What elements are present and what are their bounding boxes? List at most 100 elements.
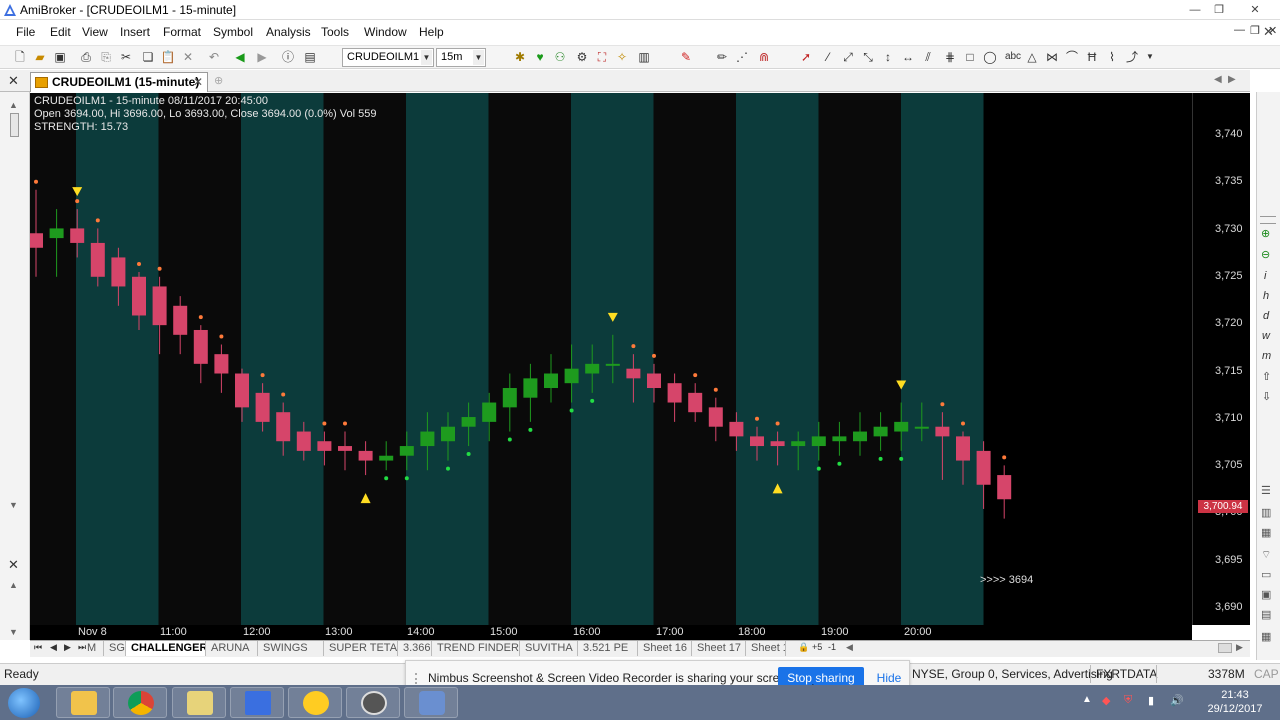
chevron-down-icon[interactable]: ▼: [473, 50, 484, 65]
select-arrow-icon[interactable]: ➚: [798, 49, 814, 65]
cut-icon[interactable]: ✂: [118, 49, 134, 65]
rectangle-icon[interactable]: □: [962, 49, 978, 65]
sheet-tab[interactable]: CHALLENGER: [126, 641, 206, 656]
taskbar-recorder-button[interactable]: [404, 687, 458, 718]
tab-scroll-right-icon[interactable]: ▶: [1228, 74, 1236, 85]
layout-icon[interactable]: ▥: [636, 49, 652, 65]
pane-close-icon[interactable]: ✕: [8, 557, 19, 573]
interval-combo[interactable]: 15m ▼: [436, 48, 486, 67]
tray-security-icon[interactable]: ⛨: [1124, 694, 1132, 707]
print-icon[interactable]: ⎙: [78, 49, 94, 65]
sheet-tab[interactable]: 3.521 PE: [578, 641, 638, 656]
menu-edit[interactable]: Edit: [50, 25, 71, 39]
paste-icon[interactable]: 📋: [160, 49, 176, 65]
taskbar-app-button[interactable]: [346, 687, 400, 718]
text-tool-icon[interactable]: abc: [1002, 49, 1024, 65]
sheet-icon[interactable]: ▤: [1261, 608, 1271, 621]
tray-app-icon[interactable]: ◆: [1102, 694, 1110, 707]
system-clock[interactable]: 21:43 29/12/2017: [1204, 688, 1266, 716]
line-tool-icon[interactable]: ⁄: [820, 49, 836, 65]
x-axis[interactable]: [30, 625, 1192, 640]
sheet-lock-icon[interactable]: 🔒: [798, 642, 809, 653]
sheet-next-icon[interactable]: ▶: [64, 642, 71, 653]
sheet-tab[interactable]: SUVITHA: [520, 641, 578, 656]
horizontal-line-icon[interactable]: ↔: [900, 49, 916, 65]
sheet-tab[interactable]: TREND FINDER: [432, 641, 520, 656]
taskbar-chrome-button[interactable]: [113, 687, 167, 718]
wand-icon[interactable]: ✧: [614, 49, 630, 65]
arc-icon[interactable]: ⌒: [1064, 49, 1080, 65]
close-document-icon[interactable]: ✕: [8, 73, 19, 89]
drag-handle-icon[interactable]: [415, 673, 421, 684]
indicator-icon[interactable]: ✱: [512, 49, 528, 65]
sheet-tab[interactable]: SG: [104, 641, 126, 656]
price-chart[interactable]: [30, 93, 1192, 625]
sheet-tab[interactable]: SWINGS: [258, 641, 324, 656]
sheet-tab[interactable]: SUPER TETA: [324, 641, 398, 656]
menu-window[interactable]: Window: [364, 25, 407, 39]
magnet-icon[interactable]: ⋒: [756, 49, 772, 65]
channel-icon[interactable]: ⋕: [942, 49, 958, 65]
wifi-icon[interactable]: ⌔: [1261, 548, 1271, 562]
panel-close-icon[interactable]: ✕: [1263, 24, 1274, 40]
arrow-tool-icon[interactable]: ⤴: [1124, 49, 1140, 65]
volume-icon[interactable]: 🔊: [1170, 694, 1184, 707]
table-icon[interactable]: ▦: [1261, 630, 1271, 643]
minimize-button[interactable]: —: [1184, 1, 1206, 19]
vertical-scrollbar-thumb[interactable]: [10, 113, 19, 137]
favorite-icon[interactable]: ♥: [532, 49, 548, 65]
tray-expand-icon[interactable]: ▲: [1082, 694, 1092, 705]
forward-icon[interactable]: ▶: [254, 49, 270, 65]
optimize-icon[interactable]: ⛶: [594, 49, 610, 65]
mdi-restore-button[interactable]: ❐: [1250, 24, 1260, 37]
sheet-tab[interactable]: Sheet 16: [638, 641, 692, 656]
restore-button[interactable]: ❐: [1208, 1, 1230, 19]
menu-view[interactable]: View: [82, 25, 108, 39]
pane-scroll-down-icon[interactable]: ▼: [9, 627, 18, 637]
grid-icon[interactable]: ▣: [1261, 588, 1271, 601]
ruler-icon[interactable]: ▦: [1261, 526, 1271, 539]
sheet-prev-icon[interactable]: ◀: [50, 642, 57, 653]
sheet-first-icon[interactable]: ⏮: [34, 642, 42, 653]
info-icon[interactable]: ⓘ: [280, 49, 296, 65]
taskbar-smiley-button[interactable]: [288, 687, 342, 718]
sheet-tab[interactable]: Sheet 1: [746, 641, 786, 656]
save-icon[interactable]: ▣: [52, 49, 68, 65]
scroll-up-icon[interactable]: ▲: [9, 100, 18, 110]
ray-tool-icon[interactable]: ⤢: [840, 49, 856, 65]
print-preview-icon[interactable]: ⎘: [98, 49, 114, 65]
close-button[interactable]: ✕: [1244, 1, 1266, 19]
ellipse-icon[interactable]: ◯: [982, 49, 998, 65]
sheet-tab[interactable]: 3.366: [398, 641, 432, 656]
menu-tools[interactable]: Tools: [321, 25, 349, 39]
y-axis[interactable]: [1192, 93, 1250, 625]
pane-scroll-up-icon[interactable]: ▲: [9, 580, 18, 590]
back-icon[interactable]: ◀: [232, 49, 248, 65]
indicator-h-icon[interactable]: h: [1263, 290, 1269, 302]
menu-file[interactable]: File: [16, 25, 35, 39]
new-tab-icon[interactable]: ⊕: [214, 74, 223, 87]
new-icon[interactable]: 🗋: [12, 49, 28, 65]
scroll-down-icon[interactable]: ▼: [9, 500, 18, 510]
zoom-out-icon[interactable]: ⊖: [1261, 248, 1270, 261]
scan-icon[interactable]: ⚇: [552, 49, 568, 65]
undo-icon[interactable]: ↶: [206, 49, 222, 65]
tab-close-icon[interactable]: ✕: [193, 73, 203, 92]
copy-icon[interactable]: ❏: [140, 49, 156, 65]
start-button[interactable]: [8, 688, 40, 718]
sheet-remove-icon[interactable]: -1: [828, 642, 836, 652]
tab-crudeoilm1[interactable]: CRUDEOILM1 (15-minute) ✕: [30, 72, 208, 92]
delete-icon[interactable]: ✕: [180, 49, 196, 65]
menu-analysis[interactable]: Analysis: [266, 25, 311, 39]
triangle-icon[interactable]: △: [1024, 49, 1040, 65]
menu-insert[interactable]: Insert: [120, 25, 150, 39]
extend-line-icon[interactable]: ⤡: [860, 49, 876, 65]
sheet-scroll-left-icon[interactable]: ◀: [846, 642, 853, 653]
gann-icon[interactable]: Ħ: [1084, 49, 1100, 65]
taskbar-files-button[interactable]: [172, 687, 226, 718]
sheet-tab[interactable]: M: [82, 641, 104, 656]
mdi-minimize-button[interactable]: —: [1234, 24, 1245, 36]
indicator-i-icon[interactable]: i: [1264, 270, 1266, 282]
line-style-icon[interactable]: ⋰: [734, 49, 750, 65]
indicator-w-icon[interactable]: w: [1262, 330, 1270, 342]
